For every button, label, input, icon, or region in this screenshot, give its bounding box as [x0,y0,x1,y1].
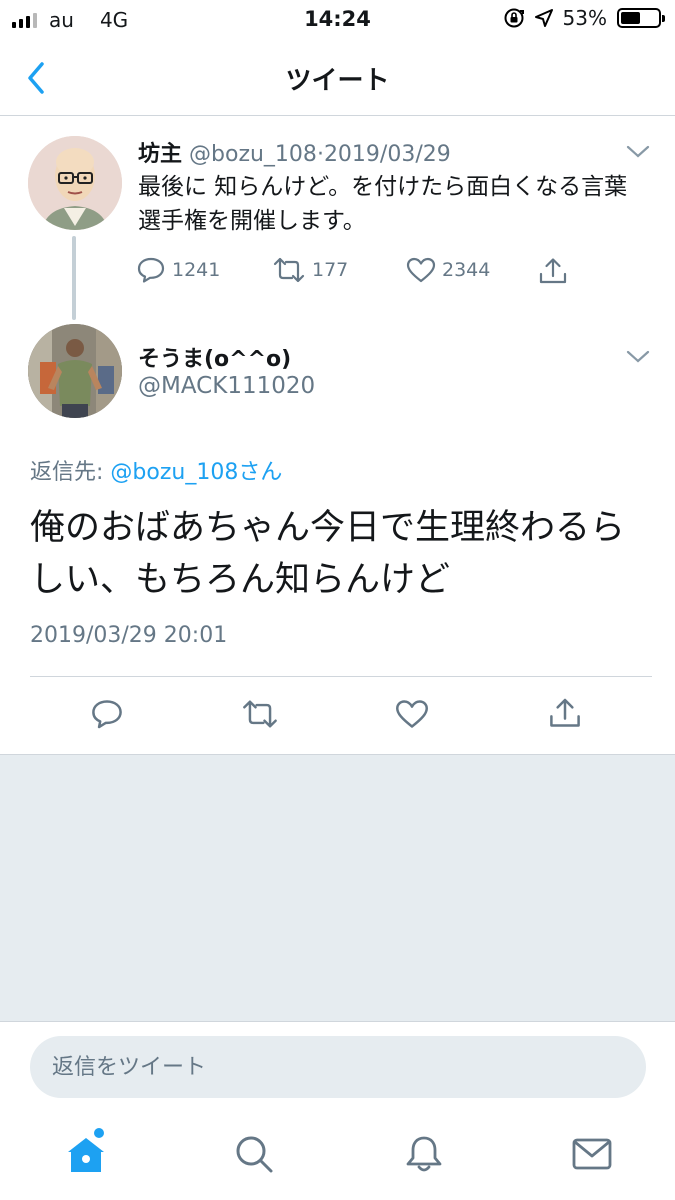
tab-search[interactable] [232,1132,276,1176]
divider [30,676,652,677]
reply-author-handle[interactable]: @MACK111020 [138,373,315,399]
chevron-down-icon[interactable] [626,350,650,364]
person-photo [28,324,122,418]
home-icon [68,1138,104,1172]
battery-icon [617,8,665,28]
orientation-lock-icon [504,8,524,28]
retweet-icon [273,257,305,283]
reply-timestamp: 2019/03/29 20:01 [30,623,228,648]
reply-icon [137,257,165,283]
reply-action[interactable]: 1241 [136,256,220,284]
parent-tweet-header: 坊主 @bozu_108·2019/03/29 [138,136,451,168]
share-icon [539,258,567,284]
reply-tweet-actions [0,680,675,754]
thread-line [72,236,76,320]
retweet-action[interactable]: 177 [272,256,348,284]
parent-tweet-text: 最後に 知らんけど。を付けたら面白くなる言葉選手権を開催します。 [138,174,628,234]
reply-bar [0,1022,675,1114]
author-handle[interactable]: @bozu_108 [189,142,317,167]
home-notification-dot [94,1128,104,1138]
notifications-icon [406,1136,442,1172]
heart-icon [406,257,436,283]
reply-count: 1241 [172,259,221,281]
reply-input[interactable] [30,1036,646,1098]
battery-percent: 53% [562,6,607,30]
nav-bar: ツイート [0,40,675,116]
share-icon[interactable] [548,696,582,730]
location-icon [534,9,553,27]
retweet-count: 177 [312,259,349,281]
reply-author-name[interactable]: そうま(o^^o) [138,341,291,373]
battery-fill [621,12,641,24]
reply-to-label: 返信先: [30,460,111,485]
tab-home[interactable] [64,1128,108,1176]
monk-avatar-illustration [28,136,122,230]
chevron-down-icon[interactable] [626,145,650,159]
retweet-icon[interactable] [241,698,279,730]
page-title: ツイート [285,66,390,96]
heart-icon[interactable] [395,698,429,730]
reply-to-link[interactable]: @bozu_108さん [110,460,282,485]
author-name[interactable]: 坊主 [138,142,182,167]
status-right: 53% [503,6,665,30]
empty-replies-area [0,754,675,1022]
status-bar: au 4G 14:24 53% [0,0,675,40]
avatar-souma[interactable] [28,324,122,418]
parent-tweet-actions: 1241 177 2344 [136,256,586,288]
share-action[interactable] [538,256,568,286]
like-action[interactable]: 2344 [406,256,490,284]
tab-messages[interactable] [570,1132,614,1176]
reply-to-line: 返信先: @bozu_108さん [30,454,282,486]
messages-icon [572,1138,612,1170]
tweet-date: 2019/03/29 [323,142,451,167]
date-separator: · [316,142,324,167]
tab-notifications[interactable] [402,1132,446,1176]
tab-bar [0,1114,675,1200]
like-count: 2344 [442,259,491,281]
search-icon [236,1136,273,1173]
avatar-bozu[interactable] [28,136,122,230]
reply-icon[interactable] [90,698,124,730]
reply-tweet-text: 俺のおばあちゃん今日で生理終わるらしい、もちろん知らんけど [30,508,626,600]
